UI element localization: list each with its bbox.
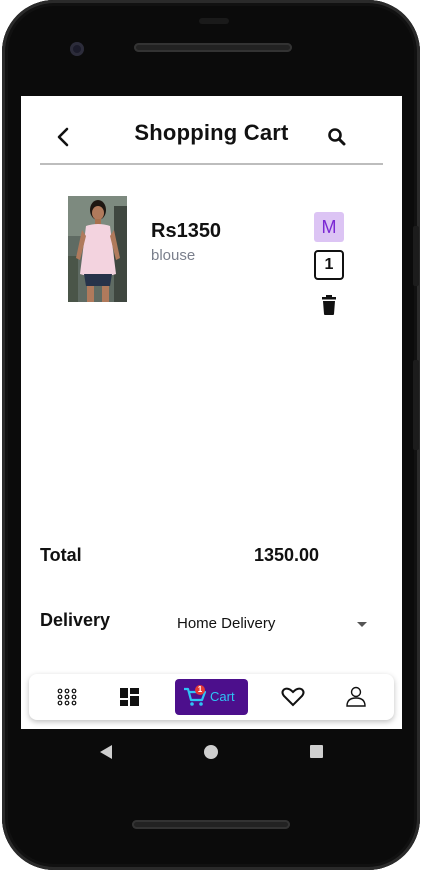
nav-cart-label: Cart <box>210 689 235 704</box>
dropdown-arrow-icon <box>357 622 367 627</box>
size-badge[interactable]: M <box>314 212 344 242</box>
delivery-selected-value: Home Delivery <box>177 615 276 632</box>
item-name: blouse <box>151 247 196 264</box>
trash-icon <box>322 295 336 315</box>
total-value: 1350.00 <box>254 545 320 565</box>
dashboard-icon <box>120 688 139 706</box>
front-camera <box>70 42 84 56</box>
system-back-icon[interactable] <box>99 744 113 760</box>
nav-favorites-button[interactable] <box>277 674 309 720</box>
search-icon <box>328 128 346 146</box>
power-button <box>413 226 419 286</box>
system-recents-icon[interactable] <box>310 745 323 758</box>
cart-item-card: Rs1350 blouse M 1 <box>40 180 368 328</box>
system-navigation-bar <box>21 729 402 775</box>
user-icon <box>346 686 366 707</box>
bottom-navigation: 1 Cart <box>29 674 394 720</box>
nav-apps-button[interactable] <box>51 674 83 720</box>
system-home-icon[interactable] <box>204 745 218 759</box>
nav-dashboard-button[interactable] <box>114 674 146 720</box>
heart-icon <box>281 687 305 707</box>
delete-item-button[interactable] <box>320 294 338 316</box>
item-price: Rs1350 <box>151 220 222 242</box>
cart-count-badge: 1 <box>195 685 205 695</box>
quantity-box[interactable]: 1 <box>314 250 344 280</box>
proximity-sensor <box>199 18 229 24</box>
product-image[interactable] <box>68 196 127 302</box>
header-divider <box>40 163 383 165</box>
search-button[interactable] <box>327 127 349 149</box>
blouse-photo <box>68 196 127 302</box>
bottom-speaker <box>132 820 290 829</box>
nav-profile-button[interactable] <box>340 674 372 720</box>
volume-button <box>413 360 419 450</box>
delivery-label: Delivery <box>40 610 111 630</box>
total-label: Total <box>40 545 82 565</box>
app-header: Shopping Cart <box>21 96 402 166</box>
nav-cart-button[interactable]: 1 Cart <box>175 679 248 715</box>
apps-grid-icon <box>57 688 77 706</box>
earpiece-speaker <box>134 43 292 52</box>
delivery-dropdown[interactable]: Home Delivery <box>177 612 371 636</box>
phone-frame: Shopping Cart Rs1350 blouse M 1 Total 13… <box>2 0 420 870</box>
app-screen: Shopping Cart Rs1350 blouse M 1 Total 13… <box>21 96 402 729</box>
